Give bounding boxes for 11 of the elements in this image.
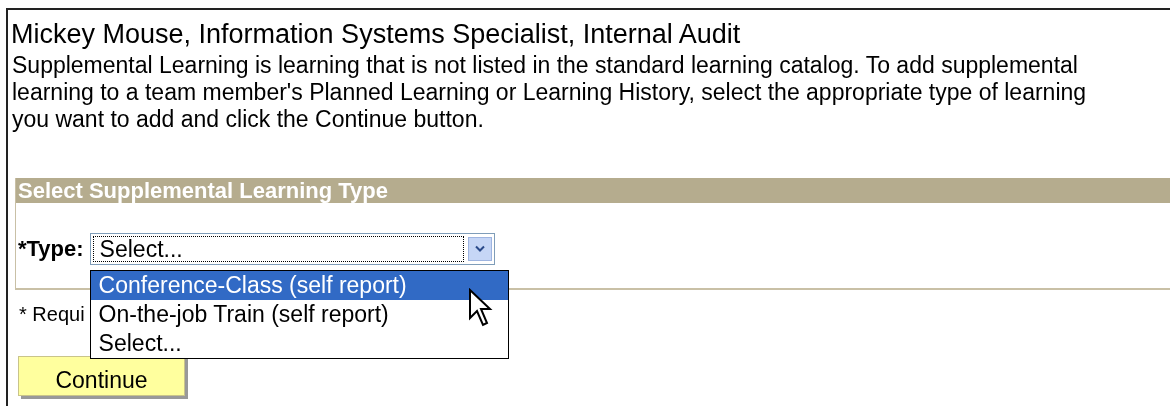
continue-button[interactable]: Continue [18, 356, 185, 396]
page-heading: Mickey Mouse, Information Systems Specialist, Internal Audit [11, 18, 742, 50]
type-dropdown[interactable]: Select... [89, 233, 495, 265]
cursor-icon [467, 288, 494, 328]
instructions-text: Supplemental Learning is learning that is not listed in the standard learning catalog. To add supplemental learning to a team member's Planned Learning or Learning History, select the appropriate type of learning you want to add and click the Continue button. [12, 52, 1088, 133]
section-header: Select Supplemental Learning Type [16, 178, 1170, 203]
field-label: *Type: [18, 236, 84, 262]
dropdown-option[interactable]: Select... [90, 329, 508, 358]
required-note: * Requi [19, 302, 85, 326]
dropdown-option[interactable]: Conference-Class (self report) [90, 271, 508, 300]
dropdown-option[interactable]: On-the-job Train (self report) [90, 300, 508, 329]
